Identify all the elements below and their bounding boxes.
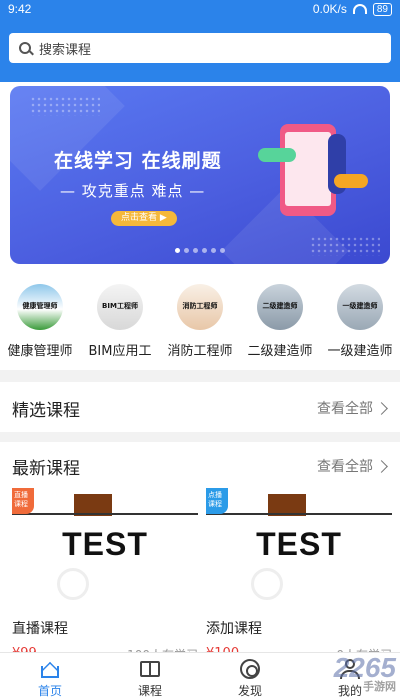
banner-indicator [10,248,390,253]
course-card[interactable]: TEST点播课程添加课程¥1000人在学习 [206,488,392,663]
category-label: 消防工程师 [167,344,233,359]
banner-section: 在线学习 在线刷题 — 攻克重点 难点 — 点击查看 ▶ [0,82,400,272]
wifi-icon [352,4,367,14]
category-label: 一级建造师 [327,344,393,359]
indicator-dot[interactable] [202,248,207,253]
nav-tab-label: 发现 [237,684,262,698]
course-thumbnail: TEST 点播课程 [206,488,392,604]
category-thumb-text: 健康管理师 [22,302,58,310]
course-type-badge: 直播课程 [12,488,34,514]
course-type-badge: 点播课程 [206,488,228,514]
search-icon [19,42,31,54]
view-all-label: 查看全部 [317,459,373,475]
nav-tab[interactable]: 发现 [200,653,300,700]
loading-swirl-icon [57,568,89,600]
category-item[interactable]: 二级建造师 二级建造师 [240,284,320,359]
course-name: 直播课程 [12,621,68,637]
banner-subtitle: — 攻克重点 难点 — [60,182,206,200]
banner-dots-decor [30,96,100,116]
indicator-dot[interactable] [184,248,189,253]
category-item[interactable]: 消防工程师 消防工程师 [160,284,240,359]
nav-tab[interactable]: 课程 [100,653,200,700]
featured-title: 精选课程 [12,401,80,421]
status-right: 0.0K/s 89 [313,2,392,16]
status-bar: 9:42 0.0K/s 89 [0,0,400,18]
thumb-line [12,513,198,515]
course-thumbnail: TEST 直播课程 [12,488,198,604]
compass-icon [238,658,262,680]
category-row: 健康管理师 健康管理师 BIM工程师 BIM应用工 消防工程师 消防工程师 二级建造师 二级建… [0,272,400,370]
chat-bubble-illustration [258,148,296,162]
category-item[interactable]: BIM工程师 BIM应用工 [80,284,160,359]
course-name: 添加课程 [206,621,262,637]
latest-view-all-link[interactable]: 查看全部 [317,456,388,476]
category-thumb-text: 二级建造师 [262,302,298,310]
category-thumbnail: BIM工程师 [97,284,143,330]
promo-banner[interactable]: 在线学习 在线刷题 — 攻克重点 难点 — 点击查看 ▶ [10,86,390,264]
category-thumbnail: 一级建造师 [337,284,383,330]
indicator-dot[interactable] [220,248,225,253]
thumb-line [206,513,392,515]
book-icon [138,658,162,680]
home-icon [38,658,62,681]
course-thumb-text: TEST [62,526,148,562]
category-thumb-text: 一级建造师 [342,302,378,310]
category-label: 二级建造师 [247,344,313,359]
course-card[interactable]: TEST直播课程直播课程¥99100人在学习 [12,488,198,663]
indicator-dot[interactable] [193,248,198,253]
category-item[interactable]: 一级建造师 一级建造师 [320,284,400,359]
featured-view-all-link[interactable]: 查看全部 [317,398,388,418]
chevron-right-icon [375,401,388,415]
category-thumbnail: 健康管理师 [17,284,63,330]
course-thumb-text: TEST [256,526,342,562]
search-placeholder: 搜索课程 [39,42,92,58]
nav-tab-label: 首页 [37,684,62,698]
nav-tab[interactable]: 首页 [0,653,100,700]
category-thumbnail: 消防工程师 [177,284,223,330]
category-thumb-text: 消防工程师 [182,302,218,310]
featured-section: 精选课程 查看全部 [0,382,400,432]
banner-dots-decor [310,236,380,256]
banner-view-button[interactable]: 点击查看 ▶ [111,211,177,226]
category-thumb-text: BIM工程师 [102,302,138,310]
chevron-right-icon [375,459,388,473]
latest-title: 最新课程 [12,459,80,479]
nav-tab-label: 课程 [137,684,162,698]
loading-swirl-icon [251,568,283,600]
app-header: 9:42 0.0K/s 89 搜索课程 [0,0,400,82]
phone-screen-illustration [285,132,331,206]
network-speed: 0.0K/s [312,2,347,16]
category-thumbnail: 二级建造师 [257,284,303,330]
battery-icon: 89 [372,2,392,16]
indicator-dot[interactable] [175,248,180,253]
chat-bubble-illustration [334,174,368,188]
category-label: BIM应用工 [88,344,152,359]
status-time: 9:42 [8,2,32,16]
indicator-dot[interactable] [211,248,216,253]
category-item[interactable]: 健康管理师 健康管理师 [0,284,80,359]
banner-title: 在线学习 在线刷题 [54,150,222,172]
search-input[interactable]: 搜索课程 [9,33,391,63]
view-all-label: 查看全部 [317,401,373,417]
watermark-logo: 2265 手游网 [334,652,396,694]
category-label: 健康管理师 [7,344,73,359]
